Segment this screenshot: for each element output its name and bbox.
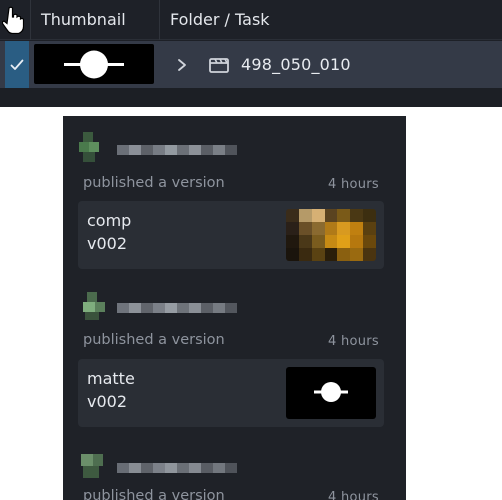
version-thumbnail	[286, 367, 376, 419]
activity-action: published a version	[83, 175, 225, 191]
folder-cell	[170, 41, 230, 88]
activity-feed: published a version 4 hours comp v002 pu…	[63, 116, 406, 500]
avatar	[77, 450, 109, 482]
avatar	[77, 290, 109, 322]
username-redacted	[117, 145, 237, 155]
activity-action: published a version	[83, 332, 225, 348]
column-header-thumbnail[interactable]: Thumbnail	[41, 0, 126, 40]
row-select-checkbox[interactable]	[5, 41, 29, 88]
folder-name[interactable]: 498_050_010	[241, 41, 351, 88]
table-header: Thumbnail Folder / Task	[0, 0, 502, 40]
version-card[interactable]: matte v002	[78, 359, 384, 427]
product-name: comp	[87, 211, 132, 230]
username-redacted	[117, 303, 237, 313]
version-label: v002	[87, 392, 128, 411]
chevron-right-icon[interactable]	[176, 58, 188, 72]
user-identity	[77, 290, 247, 326]
version-thumbnail	[286, 209, 376, 261]
row-thumbnail	[34, 44, 154, 84]
version-card[interactable]: comp v002	[78, 201, 384, 269]
username-redacted	[117, 463, 237, 473]
hand-pointer-icon	[2, 6, 24, 34]
product-name: matte	[87, 369, 135, 388]
activity-time: 4 hours	[327, 490, 379, 500]
activity-time: 4 hours	[327, 177, 379, 192]
activity-time: 4 hours	[327, 334, 379, 349]
table-row[interactable]: 498_050_010	[0, 41, 502, 88]
user-identity	[77, 450, 247, 486]
version-label: v002	[87, 234, 128, 253]
task-table: Thumbnail Folder / Task 498_050_010	[0, 0, 502, 107]
check-icon	[10, 59, 24, 70]
clapperboard-icon	[209, 57, 229, 73]
activity-action: published a version	[83, 488, 225, 500]
column-divider[interactable]	[159, 0, 160, 40]
column-divider[interactable]	[30, 0, 31, 40]
user-identity	[77, 132, 247, 168]
table-body	[0, 88, 502, 107]
avatar	[77, 132, 109, 164]
column-header-folder-task[interactable]: Folder / Task	[170, 0, 270, 40]
